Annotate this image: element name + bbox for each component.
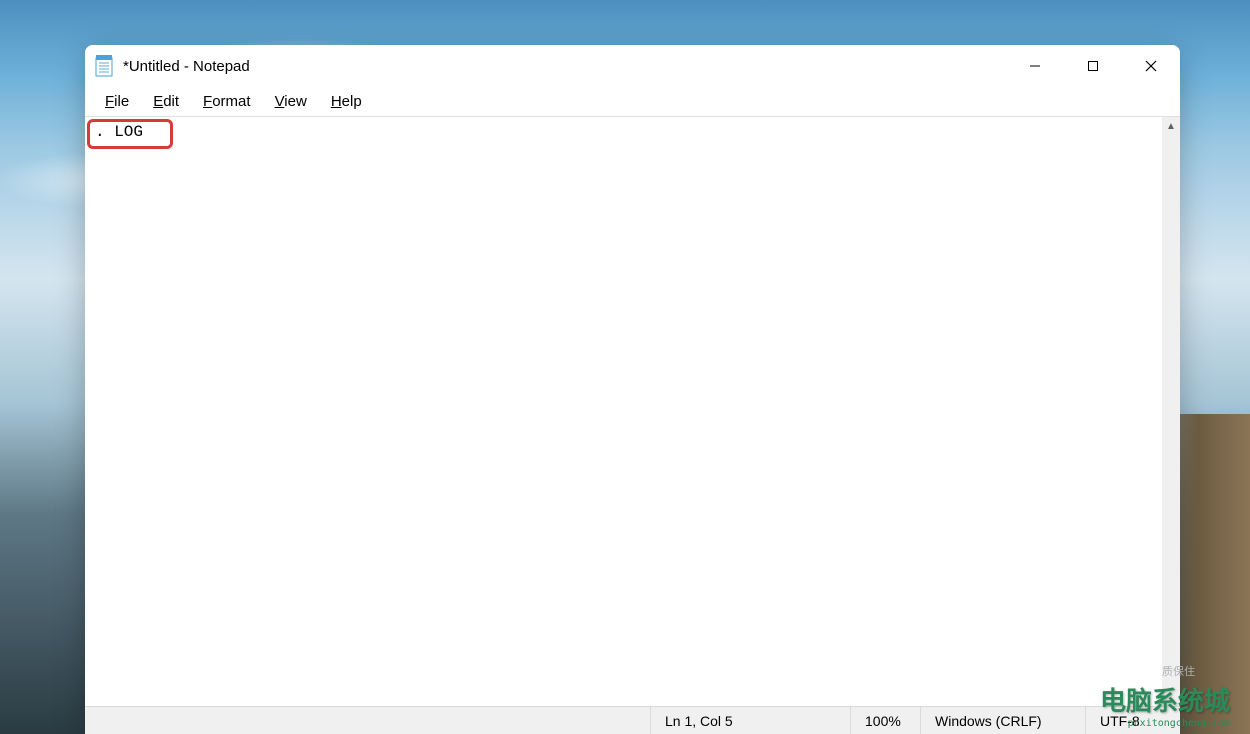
window-title: *Untitled - Notepad bbox=[123, 58, 250, 75]
watermark-url-text: pcxitongcheng.com bbox=[1100, 718, 1230, 729]
menu-edit[interactable]: Edit bbox=[141, 89, 191, 114]
menu-view[interactable]: View bbox=[263, 89, 319, 114]
scroll-up-arrow-icon[interactable]: ▲ bbox=[1162, 117, 1180, 135]
menu-format[interactable]: Format bbox=[191, 89, 263, 114]
status-line-ending: Windows (CRLF) bbox=[920, 707, 1085, 734]
status-zoom: 100% bbox=[850, 707, 920, 734]
watermark-quality-text: 质保住 bbox=[1162, 663, 1195, 679]
minimize-button[interactable] bbox=[1006, 45, 1064, 87]
window-controls bbox=[1006, 45, 1180, 87]
editor-container: . LOG ▲ bbox=[85, 117, 1180, 706]
menu-file[interactable]: File bbox=[93, 89, 141, 114]
status-bar: Ln 1, Col 5 100% Windows (CRLF) UTF-8 bbox=[85, 706, 1180, 734]
notepad-icon bbox=[95, 55, 113, 77]
notepad-window: *Untitled - Notepad File Edit Format Vie… bbox=[85, 45, 1180, 734]
menu-help[interactable]: Help bbox=[319, 89, 374, 114]
text-editor[interactable]: . LOG bbox=[85, 117, 1162, 706]
close-button[interactable] bbox=[1122, 45, 1180, 87]
menu-bar: File Edit Format View Help bbox=[85, 87, 1180, 117]
maximize-button[interactable] bbox=[1064, 45, 1122, 87]
watermark: 电脑系统城 pcxitongcheng.com bbox=[1100, 681, 1230, 729]
title-bar[interactable]: *Untitled - Notepad bbox=[85, 45, 1180, 87]
vertical-scrollbar[interactable]: ▲ bbox=[1162, 117, 1180, 706]
watermark-logo-text: 电脑系统城 bbox=[1100, 681, 1230, 718]
status-cursor-position: Ln 1, Col 5 bbox=[650, 707, 850, 734]
